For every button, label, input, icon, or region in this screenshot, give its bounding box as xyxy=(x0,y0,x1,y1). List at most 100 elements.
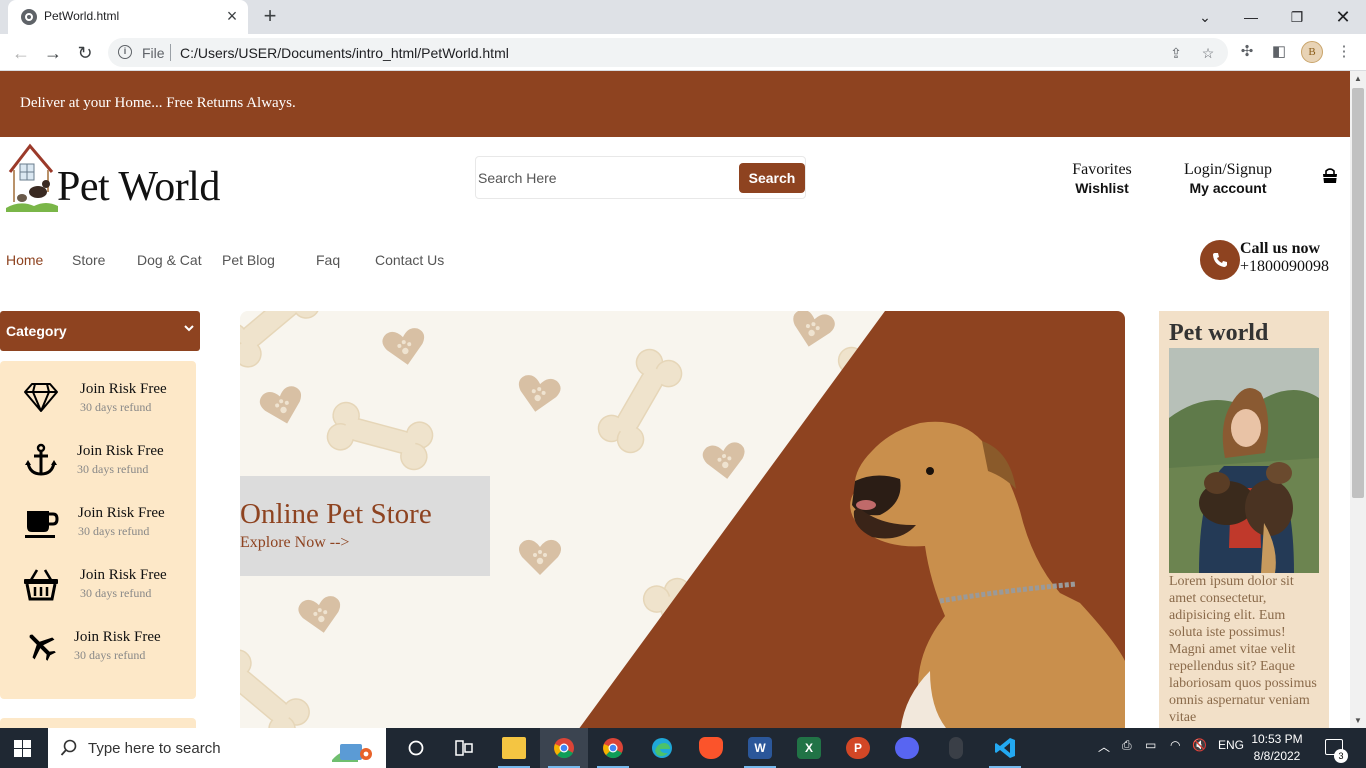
feature-subtitle: 30 days refund xyxy=(80,586,152,600)
explore-now-link[interactable]: Explore Now --> xyxy=(240,534,349,552)
excel-app[interactable]: X xyxy=(785,728,833,768)
volume-mute-icon[interactable]: 🔇 xyxy=(1192,738,1207,752)
mouse-icon xyxy=(949,737,963,759)
discord-icon xyxy=(895,737,919,759)
windows-start-icon[interactable] xyxy=(14,740,31,757)
task-view-icon xyxy=(455,740,473,756)
taskbar-search[interactable]: Type here to search xyxy=(48,728,386,768)
reload-button[interactable]: ↻ xyxy=(72,40,98,66)
feature-title: Join Risk Free xyxy=(80,381,167,397)
coffee-cup-icon xyxy=(25,511,59,538)
tab-search-chevron-icon[interactable]: ⌄ xyxy=(1191,3,1219,31)
address-scheme-label: File xyxy=(142,45,165,61)
minimize-button[interactable]: — xyxy=(1237,3,1265,31)
call-us-number[interactable]: +1800090098 xyxy=(1240,258,1329,276)
pet-world-aside: Pet world Lorem ipsum dolor sit amet con… xyxy=(1159,311,1329,728)
tray-chevron-up-icon[interactable]: ︿ xyxy=(1098,738,1110,755)
shopping-bag-icon[interactable] xyxy=(1321,167,1339,185)
battery-icon[interactable]: ▭ xyxy=(1145,738,1156,752)
edge-icon xyxy=(652,738,672,758)
woman-with-puppies-photo xyxy=(1169,348,1319,573)
powerpoint-app[interactable]: P xyxy=(834,728,882,768)
share-icon[interactable]: ⇪ xyxy=(1166,43,1186,63)
task-view-button[interactable] xyxy=(392,728,440,768)
nav-store[interactable]: Store xyxy=(72,252,105,268)
extensions-puzzle-icon[interactable]: ✣ xyxy=(1236,41,1258,63)
diamond-icon xyxy=(24,383,58,412)
chrome-app[interactable] xyxy=(589,728,637,768)
task-view-icon-button[interactable] xyxy=(440,728,488,768)
hero-banner: Online Pet Store Explore Now --> xyxy=(240,311,1125,728)
word-icon: W xyxy=(748,737,772,759)
browser-tab[interactable]: PetWorld.html × xyxy=(8,0,248,34)
feature-title: Join Risk Free xyxy=(74,629,161,645)
call-us-title: Call us now xyxy=(1240,240,1321,257)
clock[interactable]: 10:53 PM 8/8/2022 xyxy=(1240,731,1314,765)
promo-text: Deliver at your Home... Free Returns Alw… xyxy=(20,95,296,111)
meet-now-icon[interactable]: ⎙ xyxy=(1122,738,1132,753)
phone-button[interactable] xyxy=(1200,240,1240,280)
nav-faq[interactable]: Faq xyxy=(316,252,340,268)
second-feature-panel xyxy=(0,718,196,728)
back-button[interactable]: ← xyxy=(8,40,34,66)
close-tab-icon[interactable]: × xyxy=(222,6,242,26)
scroll-up-arrow-icon[interactable]: ▲ xyxy=(1354,74,1362,83)
address-bar[interactable]: i File C:/Users/USER/Documents/intro_htm… xyxy=(108,38,1228,67)
wishlist-link[interactable]: Favorites Wishlist xyxy=(1062,161,1142,196)
edge-app[interactable] xyxy=(638,728,686,768)
favorites-label: Favorites xyxy=(1072,161,1132,178)
basket-icon xyxy=(24,569,58,601)
nav-pet-blog[interactable]: Pet Blog xyxy=(222,252,275,268)
wishlist-label: Wishlist xyxy=(1075,180,1129,196)
page-scrollbar[interactable]: ▲ ▼ xyxy=(1350,71,1366,728)
list-item: Join Risk Free 30 days refund xyxy=(0,435,196,485)
hero-card: Online Pet Store Explore Now --> xyxy=(240,476,490,576)
browser-menu-icon[interactable]: ⋮ xyxy=(1333,41,1355,63)
aside-title: Pet world xyxy=(1169,320,1269,346)
site-logo-text[interactable]: Pet World xyxy=(57,163,220,211)
brave-app[interactable] xyxy=(687,728,735,768)
login-signup-label: Login/Signup xyxy=(1183,161,1272,178)
restore-button[interactable]: ❐ xyxy=(1283,3,1311,31)
list-item: Join Risk Free 30 days refund xyxy=(0,497,196,547)
close-window-button[interactable]: ✕ xyxy=(1329,3,1357,31)
scrollbar-thumb[interactable] xyxy=(1352,88,1364,498)
search-form: Search xyxy=(475,156,806,199)
file-explorer-app[interactable] xyxy=(490,728,538,768)
forward-button[interactable]: → xyxy=(40,40,66,66)
mouse-app[interactable] xyxy=(932,728,980,768)
feature-subtitle: 30 days refund xyxy=(78,524,150,538)
nav-dog-cat[interactable]: Dog & Cat xyxy=(137,252,202,268)
phone-icon xyxy=(1213,253,1227,267)
brave-lion-icon xyxy=(699,737,723,759)
scroll-down-arrow-icon[interactable]: ▼ xyxy=(1354,716,1362,725)
chrome-app-active[interactable] xyxy=(540,728,588,768)
anchor-icon xyxy=(25,443,57,476)
info-icon[interactable]: i xyxy=(118,45,132,59)
category-dropdown[interactable]: Category xyxy=(0,311,200,351)
vscode-app[interactable] xyxy=(981,728,1029,768)
nav-contact-us[interactable]: Contact Us xyxy=(375,252,444,268)
account-link[interactable]: Login/Signup My account xyxy=(1178,161,1278,196)
feature-subtitle: 30 days refund xyxy=(80,400,152,414)
search-input[interactable] xyxy=(478,166,733,190)
list-item: Join Risk Free 30 days refund xyxy=(0,559,196,609)
house-logo-icon[interactable] xyxy=(4,142,58,214)
profile-avatar[interactable]: B xyxy=(1301,41,1323,63)
bookmark-star-icon[interactable]: ☆ xyxy=(1198,43,1218,63)
word-app[interactable]: W xyxy=(736,728,784,768)
browser-tab-strip: PetWorld.html × + ⌄ — ❐ ✕ xyxy=(0,0,1366,34)
windows-taskbar: Type here to search W X P ︿ ⎙ ▭ ◠ 🔇 ENG … xyxy=(0,728,1366,768)
category-label: Category xyxy=(6,323,67,339)
address-url[interactable]: C:/Users/USER/Documents/intro_html/PetWo… xyxy=(180,45,509,61)
wifi-icon[interactable]: ◠ xyxy=(1170,738,1180,752)
search-button[interactable]: Search xyxy=(739,163,805,193)
nav-home[interactable]: Home xyxy=(6,252,43,268)
new-tab-button[interactable]: + xyxy=(258,4,282,28)
promo-banner: Deliver at your Home... Free Returns Alw… xyxy=(0,71,1350,137)
discord-app[interactable] xyxy=(883,728,931,768)
side-panel-icon[interactable]: ◧ xyxy=(1268,41,1290,63)
vscode-icon xyxy=(995,738,1015,758)
page-viewport: Deliver at your Home... Free Returns Alw… xyxy=(0,71,1350,728)
feature-title: Join Risk Free xyxy=(77,443,164,459)
